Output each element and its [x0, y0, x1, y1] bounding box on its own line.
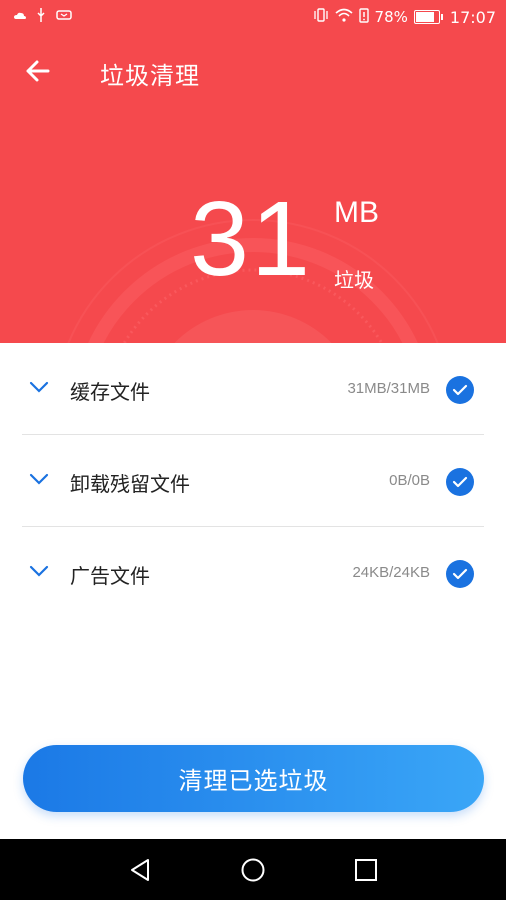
list-item-amount: 0B/0B — [389, 472, 430, 489]
cloud-icon — [14, 9, 26, 25]
check-icon[interactable] — [446, 376, 474, 404]
junk-size-label: 垃圾 — [334, 268, 374, 292]
status-time: 17:07 — [449, 7, 496, 27]
notification-icon — [56, 9, 72, 25]
battery-alert-icon — [358, 7, 369, 27]
chevron-down-icon[interactable] — [28, 563, 50, 579]
list-item-cache[interactable]: 缓存文件 31MB/31MB — [0, 343, 506, 434]
status-bar: 78% 17:07 — [0, 0, 506, 34]
chevron-down-icon[interactable] — [28, 379, 50, 395]
vibrate-icon — [313, 7, 329, 27]
system-nav-bar — [0, 839, 506, 900]
arrow-left-icon[interactable] — [22, 54, 56, 88]
check-icon[interactable] — [446, 560, 474, 588]
list-item-ad-files[interactable]: 广告文件 24KB/24KB — [0, 527, 506, 618]
clean-selected-button[interactable]: 清理已选垃圾 — [23, 745, 484, 812]
list-item-uninstall-residue[interactable]: 卸载残留文件 0B/0B — [0, 435, 506, 526]
recents-square-icon[interactable] — [353, 857, 379, 883]
home-circle-icon[interactable] — [240, 857, 266, 883]
back-triangle-icon[interactable] — [128, 857, 154, 883]
list-item-amount: 31MB/31MB — [347, 380, 430, 397]
wifi-icon — [335, 8, 353, 26]
header-banner: 78% 17:07 垃圾清理 31 MB 垃圾 — [0, 0, 506, 343]
chevron-down-icon[interactable] — [28, 471, 50, 487]
top-bar: 垃圾清理 — [0, 44, 506, 100]
page-title: 垃圾清理 — [100, 62, 200, 90]
check-icon[interactable] — [446, 468, 474, 496]
list-item-amount: 24KB/24KB — [352, 564, 430, 581]
list-item-label: 广告文件 — [70, 564, 150, 588]
battery-icon — [413, 10, 443, 24]
usb-icon — [36, 8, 46, 26]
list-item-label: 缓存文件 — [70, 380, 150, 404]
junk-category-list: 缓存文件 31MB/31MB 卸载残留文件 0B/0B 广告文件 24KB/24… — [0, 343, 506, 618]
battery-percent: 78% — [374, 8, 408, 26]
junk-size-value: 31 — [190, 180, 312, 298]
list-item-label: 卸载残留文件 — [70, 472, 190, 496]
junk-size-unit: MB — [334, 196, 379, 229]
